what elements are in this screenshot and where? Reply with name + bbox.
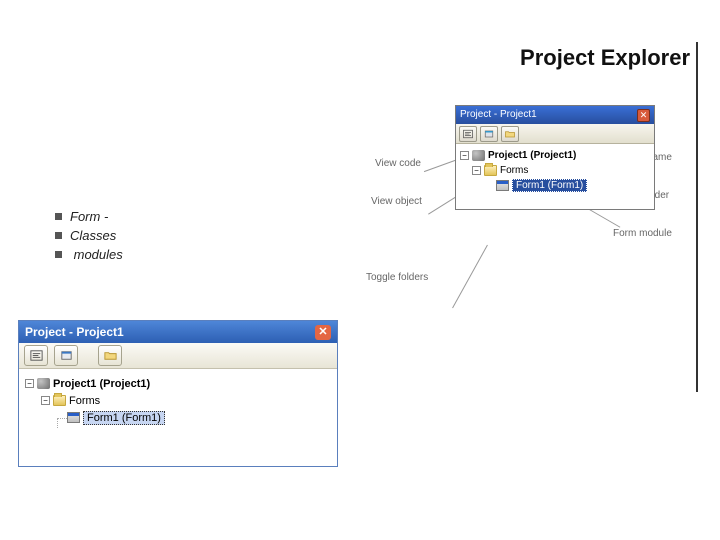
toggle-folders-button[interactable] [501, 126, 519, 142]
tree-project-node[interactable]: − Project1 (Project1) [460, 148, 648, 163]
view-object-button[interactable] [54, 345, 78, 366]
project-icon [37, 378, 50, 389]
project-explorer-window: Project - Project1 ✕ − Project1 (Project… [18, 320, 338, 467]
mini-tree[interactable]: − Project1 (Project1) − Forms Form1 (For… [456, 144, 654, 209]
bullet-text: Classes [70, 228, 116, 243]
forms-node-label: Forms [69, 395, 100, 407]
mini-title-text: Project - Project1 [460, 106, 537, 124]
tree-forms-node[interactable]: − Forms [25, 392, 329, 409]
label-view-object: View object [371, 196, 422, 207]
forms-node-label: Forms [500, 165, 528, 176]
folder-icon [53, 395, 66, 406]
bullet-icon [55, 213, 62, 220]
collapse-icon[interactable]: − [41, 396, 50, 405]
bullet-item: Classes [55, 228, 123, 243]
slide-title: Project Explorer [520, 45, 690, 71]
mini-toolbar [456, 124, 654, 144]
form-icon [67, 412, 80, 423]
folder-icon [484, 165, 497, 176]
collapse-icon[interactable]: − [472, 166, 481, 175]
explorer-titlebar[interactable]: Project - Project1 ✕ [19, 321, 337, 343]
bullet-icon [55, 251, 62, 258]
label-form-module: Form module [613, 228, 672, 239]
view-object-button[interactable] [480, 126, 498, 142]
close-icon[interactable]: ✕ [315, 325, 331, 340]
bullet-item: Form - [55, 209, 123, 224]
explorer-toolbar [19, 343, 337, 369]
view-code-button[interactable] [459, 126, 477, 142]
view-code-button[interactable] [24, 345, 48, 366]
project-icon [472, 150, 485, 161]
project-node-label: Project1 (Project1) [488, 150, 576, 161]
form-icon [496, 180, 509, 191]
explorer-title-text: Project - Project1 [25, 321, 124, 343]
close-icon[interactable]: ✕ [637, 109, 650, 122]
tree-project-node[interactable]: − Project1 (Project1) [25, 375, 329, 392]
mini-project-explorer: Project - Project1 ✕ − Project1 (Project… [455, 105, 655, 210]
collapse-icon[interactable]: − [460, 151, 469, 160]
collapse-icon[interactable]: − [25, 379, 34, 388]
tree-form-node[interactable]: Form1 (Form1) [25, 409, 329, 426]
label-view-code: View code [375, 158, 421, 169]
tree-forms-node[interactable]: − Forms [460, 163, 648, 178]
bullet-item: modules [55, 247, 123, 262]
bullet-list: Form - Classes modules [55, 205, 123, 266]
mini-titlebar[interactable]: Project - Project1 ✕ [456, 106, 654, 124]
toggle-folders-button[interactable] [98, 345, 122, 366]
project-node-label: Project1 (Project1) [53, 378, 150, 390]
tree-form-node[interactable]: Form1 (Form1) [460, 178, 648, 193]
form-node-label: Form1 (Form1) [83, 411, 165, 425]
bullet-text: modules [70, 247, 123, 262]
form-node-label: Form1 (Form1) [512, 179, 587, 192]
explorer-tree[interactable]: − Project1 (Project1) − Forms Form1 (For… [19, 369, 337, 466]
bullet-icon [55, 232, 62, 239]
bullet-text: Form - [70, 209, 108, 224]
label-toggle-folders: Toggle folders [366, 272, 428, 283]
annotated-explorer-diagram: View code View object Toggle folders Pro… [380, 100, 710, 320]
